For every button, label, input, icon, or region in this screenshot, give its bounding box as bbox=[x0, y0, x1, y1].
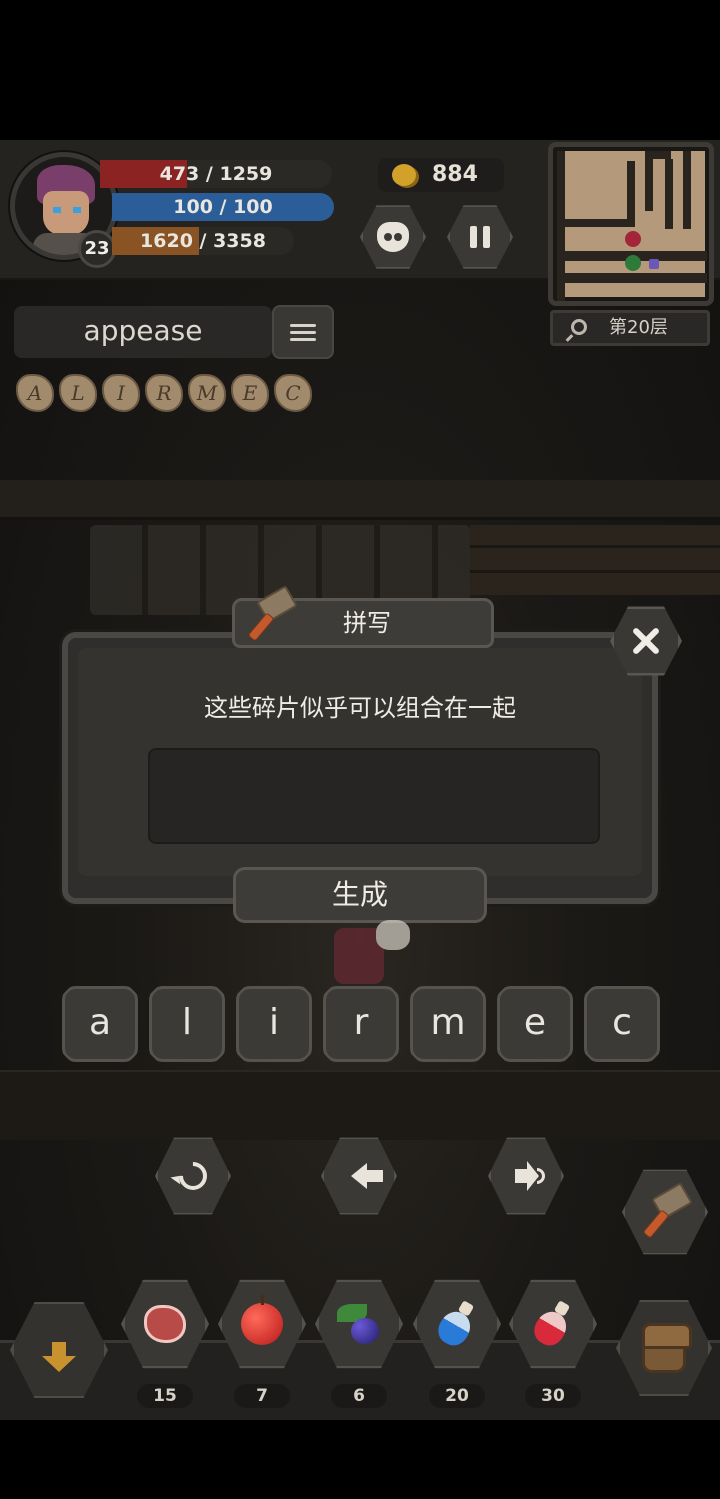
letter-tile[interactable]: r bbox=[323, 986, 399, 1062]
minimap-wall bbox=[557, 219, 627, 227]
fragment-tile: E bbox=[231, 374, 269, 412]
hp-bar: 473 / 1259 bbox=[100, 160, 332, 188]
list-icon bbox=[290, 330, 316, 334]
game-screen: 23 473 / 1259 100 / 100 1620 / 3358 884 bbox=[0, 140, 720, 1420]
avatar-face bbox=[43, 191, 89, 235]
item-count: 20 bbox=[429, 1384, 485, 1408]
speaker-icon bbox=[515, 1161, 539, 1191]
letter-tile[interactable]: m bbox=[410, 986, 486, 1062]
hammer-handle bbox=[642, 1209, 670, 1239]
fragment-tile: A bbox=[16, 374, 54, 412]
reset-icon bbox=[173, 1156, 213, 1196]
dungeon-wall bbox=[0, 480, 720, 520]
list-icon bbox=[290, 323, 316, 327]
backspace-arrow-icon bbox=[351, 1163, 383, 1189]
answer-field[interactable] bbox=[148, 748, 600, 844]
letter-tile[interactable]: c bbox=[584, 986, 660, 1062]
minimap-map bbox=[557, 151, 707, 301]
fragment-tile: R bbox=[145, 374, 183, 412]
letter-tile[interactable]: a bbox=[62, 986, 138, 1062]
minimap-wall bbox=[653, 151, 671, 159]
xp-bar: 1620 / 3358 bbox=[112, 227, 294, 255]
hp-max: 1259 bbox=[219, 163, 273, 185]
pause-icon bbox=[470, 226, 477, 248]
generate-button[interactable]: 生成 bbox=[233, 867, 487, 923]
character-skull bbox=[376, 920, 410, 950]
item-count: 6 bbox=[331, 1384, 387, 1408]
fragment-tile: C bbox=[274, 374, 312, 412]
item-count: 7 bbox=[234, 1384, 290, 1408]
hp-current: 473 bbox=[159, 163, 200, 185]
hammer-icon bbox=[639, 1182, 695, 1241]
mp-bar: 100 / 100 bbox=[112, 193, 334, 221]
minimap[interactable] bbox=[548, 142, 714, 306]
item-count: 30 bbox=[525, 1384, 581, 1408]
brick-wall bbox=[470, 525, 720, 595]
fragment-tile: M bbox=[188, 374, 226, 412]
mask-icon bbox=[377, 222, 409, 252]
hammer-icon bbox=[244, 585, 300, 644]
pause-icon bbox=[483, 226, 490, 248]
minimap-wall bbox=[627, 161, 635, 227]
mp-text: 100 / 100 bbox=[173, 196, 273, 218]
current-word: appease bbox=[14, 306, 272, 358]
floor-label: 第20层 bbox=[609, 317, 668, 338]
dialog-body: 这些碎片似乎可以组合在一起 bbox=[78, 648, 642, 876]
xp-text: 1620 / 3358 bbox=[140, 230, 266, 252]
craft-hammer-button[interactable] bbox=[622, 1169, 708, 1255]
fragment-tile: I bbox=[102, 374, 140, 412]
minimap-stairs-marker bbox=[649, 259, 659, 269]
blue-potion-icon bbox=[432, 1296, 482, 1353]
spell-dialog: 这些碎片似乎可以组合在一起 bbox=[62, 632, 658, 904]
sound-wave-icon bbox=[537, 1168, 545, 1184]
avatar-eye bbox=[73, 207, 81, 213]
berries-icon bbox=[337, 1304, 381, 1344]
hammer-handle bbox=[247, 612, 275, 642]
floor-indicator[interactable]: 第20层 bbox=[550, 310, 710, 346]
meat-icon bbox=[144, 1305, 186, 1343]
coin-icon bbox=[392, 164, 416, 186]
gold-value: 884 bbox=[432, 162, 478, 187]
dialog-message: 这些碎片似乎可以组合在一起 bbox=[204, 694, 516, 722]
fragment-row: A L I R M E C bbox=[16, 374, 312, 412]
close-icon bbox=[631, 626, 661, 656]
down-arrow-icon bbox=[42, 1342, 76, 1372]
gold-counter: 884 bbox=[378, 158, 504, 192]
letter-tile[interactable]: l bbox=[149, 986, 225, 1062]
red-potion-icon bbox=[528, 1296, 578, 1353]
hp-text: 473 / 1259 bbox=[100, 160, 332, 188]
minimap-player-marker bbox=[625, 255, 641, 271]
minimap-wall bbox=[683, 151, 691, 229]
letter-tile[interactable]: i bbox=[236, 986, 312, 1062]
minimap-wall bbox=[557, 273, 707, 283]
player-character bbox=[326, 920, 426, 990]
fragment-tile: L bbox=[59, 374, 97, 412]
minimap-wall bbox=[665, 159, 673, 229]
letter-tiles: a l i r m e c bbox=[62, 986, 660, 1062]
minimap-wall bbox=[645, 151, 653, 211]
item-count: 15 bbox=[137, 1384, 193, 1408]
search-icon bbox=[571, 319, 587, 335]
minimap-enemy-marker bbox=[625, 231, 641, 247]
level-badge: 23 bbox=[78, 230, 116, 268]
sound-button[interactable] bbox=[488, 1137, 564, 1215]
backspace-button[interactable] bbox=[321, 1137, 397, 1215]
list-icon bbox=[290, 337, 316, 341]
dungeon-floor bbox=[0, 1070, 720, 1140]
avatar-eye bbox=[53, 207, 61, 213]
hp-sep: / bbox=[205, 163, 213, 185]
reset-button[interactable] bbox=[155, 1137, 231, 1215]
letter-tile[interactable]: e bbox=[497, 986, 573, 1062]
word-list-button[interactable] bbox=[272, 305, 334, 359]
backpack-icon bbox=[642, 1323, 692, 1373]
apple-icon bbox=[241, 1295, 283, 1345]
